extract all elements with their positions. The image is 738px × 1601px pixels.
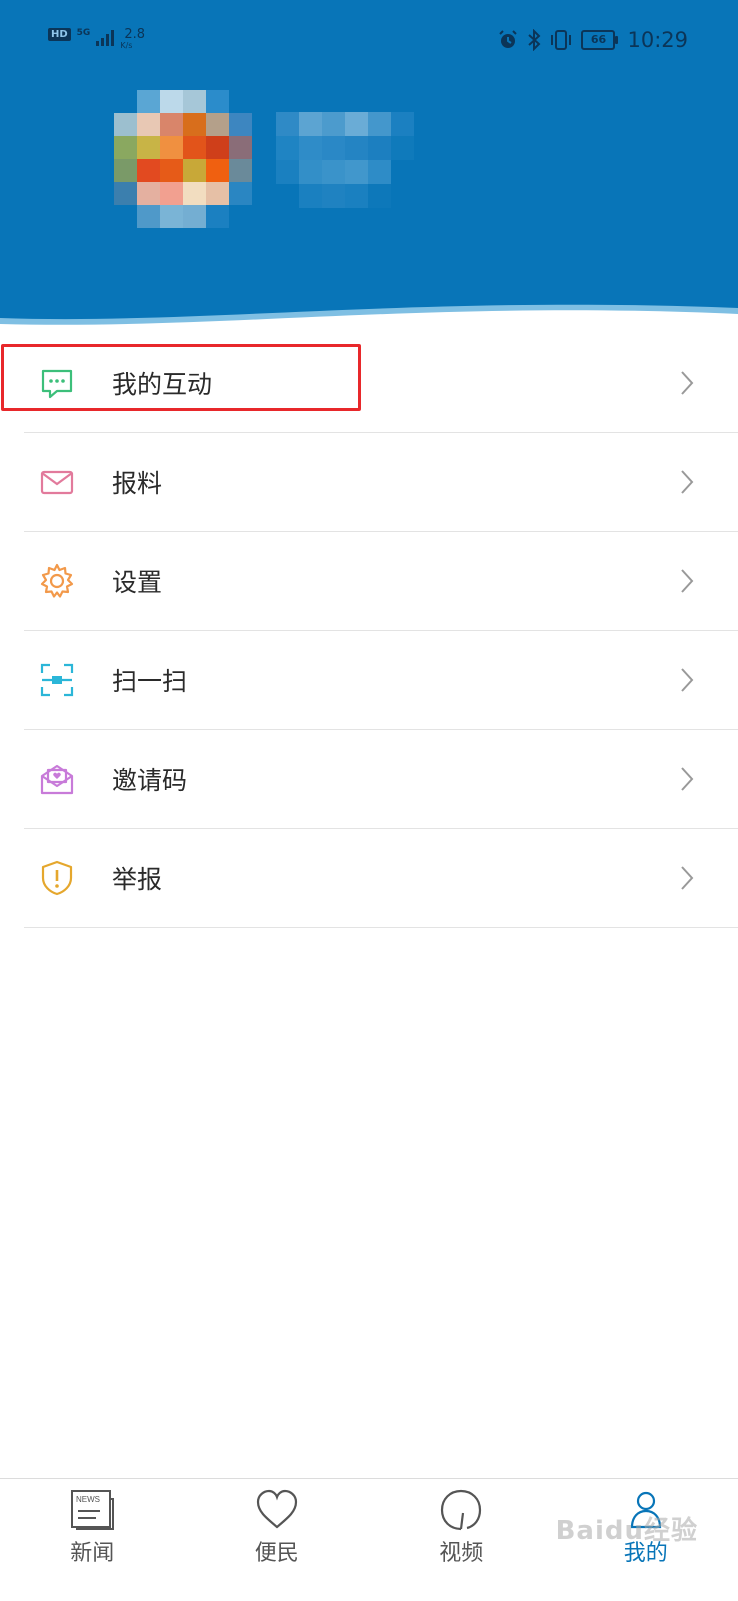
clock: 10:29 (627, 28, 688, 52)
nav-item-services[interactable]: 便民 (185, 1479, 370, 1601)
menu-item-label: 扫一扫 (112, 662, 187, 698)
menu-item-my-interactions[interactable]: 我的互动 (24, 334, 738, 433)
shield-icon (38, 859, 76, 897)
menu-item-label: 举报 (112, 860, 162, 896)
nav-label: 视频 (439, 1535, 483, 1567)
watermark: Baidu经验 (556, 1510, 698, 1547)
status-bar: HD 5G 2.8 K/s (0, 22, 738, 62)
nav-label: 便民 (255, 1535, 299, 1567)
vibrate-icon (549, 29, 573, 51)
video-icon (439, 1489, 483, 1531)
alarm-icon (497, 29, 519, 51)
net-speed: 2.8 (124, 28, 145, 41)
chevron-right-icon (680, 766, 694, 792)
news-icon: NEWS (70, 1489, 114, 1531)
menu-item-label: 邀请码 (112, 761, 187, 797)
username (276, 112, 416, 208)
nav-item-video[interactable]: 视频 (369, 1479, 554, 1601)
chevron-right-icon (680, 667, 694, 693)
net-unit: K/s (120, 41, 145, 50)
chevron-right-icon (680, 568, 694, 594)
menu-item-settings[interactable]: 设置 (24, 532, 738, 631)
signal-label: 5G (77, 28, 91, 38)
scan-icon (38, 661, 76, 699)
menu-item-report[interactable]: 举报 (24, 829, 738, 928)
signal-bars-icon (96, 30, 114, 46)
profile-header: HD 5G 2.8 K/s (0, 0, 738, 340)
chevron-right-icon (680, 469, 694, 495)
mail-icon (38, 463, 76, 501)
header-wave (0, 290, 738, 340)
menu-item-scan[interactable]: 扫一扫 (24, 631, 738, 730)
menu-item-label: 设置 (112, 563, 162, 599)
battery-icon: 66 (581, 30, 615, 50)
hd-badge: HD (48, 28, 71, 41)
heart-icon (255, 1489, 299, 1531)
chat-icon (38, 364, 76, 402)
nav-label: 新闻 (70, 1535, 114, 1567)
menu-item-invite-code[interactable]: 邀请码 (24, 730, 738, 829)
menu-item-report-news[interactable]: 报料 (24, 433, 738, 532)
menu-item-label: 我的互动 (112, 365, 212, 401)
menu-list: 我的互动 报料 设置 扫一扫 (0, 334, 738, 928)
avatar[interactable] (114, 90, 252, 228)
chevron-right-icon (680, 865, 694, 891)
gear-icon (38, 562, 76, 600)
svg-text:NEWS: NEWS (76, 1495, 100, 1504)
invite-icon (38, 760, 76, 798)
nav-item-news[interactable]: NEWS 新闻 (0, 1479, 185, 1601)
chevron-right-icon (680, 370, 694, 396)
bluetooth-icon (527, 29, 541, 51)
signal-indicator: 5G (77, 28, 91, 38)
menu-item-label: 报料 (112, 464, 162, 500)
